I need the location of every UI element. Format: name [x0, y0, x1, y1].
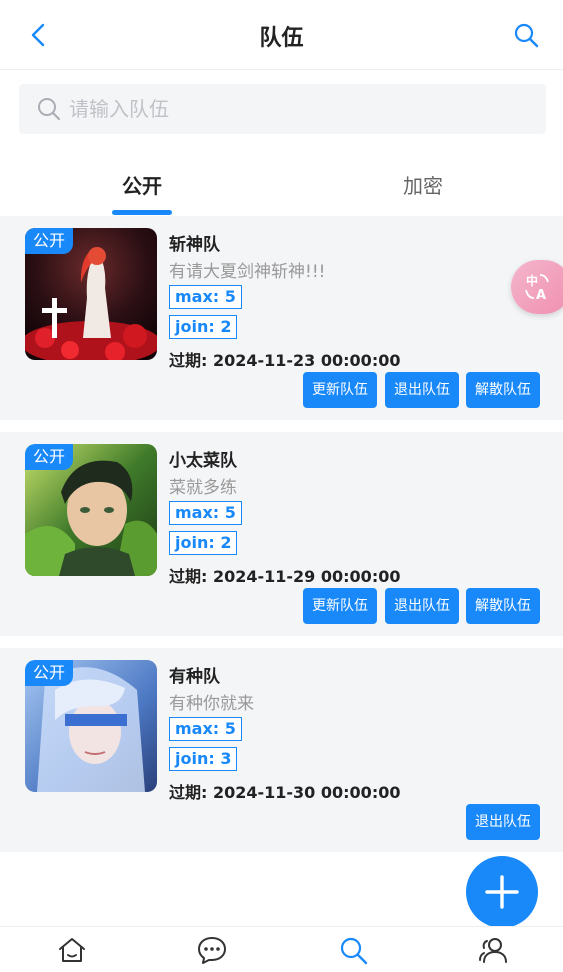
- quit-team-button[interactable]: 退出队伍: [466, 804, 540, 840]
- team-avatar: 公开: [25, 228, 157, 360]
- quit-team-button[interactable]: 退出队伍: [385, 372, 459, 408]
- visibility-tag: 公开: [25, 444, 74, 470]
- joined-members-badge: join: 2: [169, 315, 238, 339]
- chat-icon[interactable]: [197, 935, 227, 965]
- disband-team-button[interactable]: 解散队伍: [466, 588, 540, 624]
- translate-floating-button[interactable]: 中 A: [511, 260, 563, 314]
- svg-text:中: 中: [526, 273, 538, 288]
- visibility-tag: 公开: [25, 228, 74, 254]
- bottom-tab-bar: [0, 926, 563, 972]
- home-icon[interactable]: [57, 935, 87, 965]
- page-title: 队伍: [259, 26, 304, 51]
- add-team-button[interactable]: [466, 856, 538, 928]
- disband-team-button[interactable]: 解散队伍: [466, 372, 540, 408]
- search-input[interactable]: [69, 84, 529, 134]
- search-icon: [38, 98, 61, 121]
- max-members-badge: max: 5: [169, 285, 242, 309]
- expire-time: 过期: 2024-11-30 00:00:00: [169, 783, 401, 802]
- plus-icon: [485, 875, 519, 909]
- joined-members-badge: join: 2: [169, 531, 238, 555]
- max-members-badge: max: 5: [169, 717, 242, 741]
- team-card: 公开 有种队 有种你就来 max: 5 join: 3 过期: 2024-11-…: [0, 648, 563, 852]
- tab-encrypted[interactable]: 加密: [343, 170, 503, 199]
- tab-bar: 公开 加密: [0, 150, 563, 216]
- joined-members-badge: join: 3: [169, 747, 238, 771]
- team-description: 有种你就来: [169, 694, 254, 714]
- team-name: 斩神队: [169, 235, 220, 255]
- visibility-tag: 公开: [25, 660, 74, 686]
- expire-time: 过期: 2024-11-23 00:00:00: [169, 351, 401, 370]
- team-description: 菜就多练: [169, 478, 237, 498]
- user-group-icon[interactable]: [478, 935, 508, 965]
- tab-active-indicator: [112, 210, 172, 215]
- update-team-button[interactable]: 更新队伍: [303, 372, 377, 408]
- team-name: 有种队: [169, 667, 220, 687]
- team-card: 公开 斩神队 有请大夏剑神斩神!!! max: 5 join: 2 过期: 20…: [0, 216, 563, 420]
- search-bar: [19, 84, 546, 134]
- expire-time: 过期: 2024-11-29 00:00:00: [169, 567, 401, 586]
- team-avatar: 公开: [25, 660, 157, 792]
- tab-public[interactable]: 公开: [62, 170, 222, 199]
- search-icon[interactable]: [513, 22, 539, 48]
- team-description: 有请大夏剑神斩神!!!: [169, 262, 326, 282]
- svg-text:A: A: [536, 288, 546, 302]
- team-avatar: 公开: [25, 444, 157, 576]
- max-members-badge: max: 5: [169, 501, 242, 525]
- team-card: 公开 小太菜队 菜就多练 max: 5 join: 2 过期: 2024-11-…: [0, 432, 563, 636]
- nav-bar: 队伍: [0, 0, 563, 70]
- team-name: 小太菜队: [169, 451, 237, 471]
- translate-icon: 中 A: [525, 273, 549, 302]
- quit-team-button[interactable]: 退出队伍: [385, 588, 459, 624]
- search-icon[interactable]: [338, 935, 368, 965]
- update-team-button[interactable]: 更新队伍: [303, 588, 377, 624]
